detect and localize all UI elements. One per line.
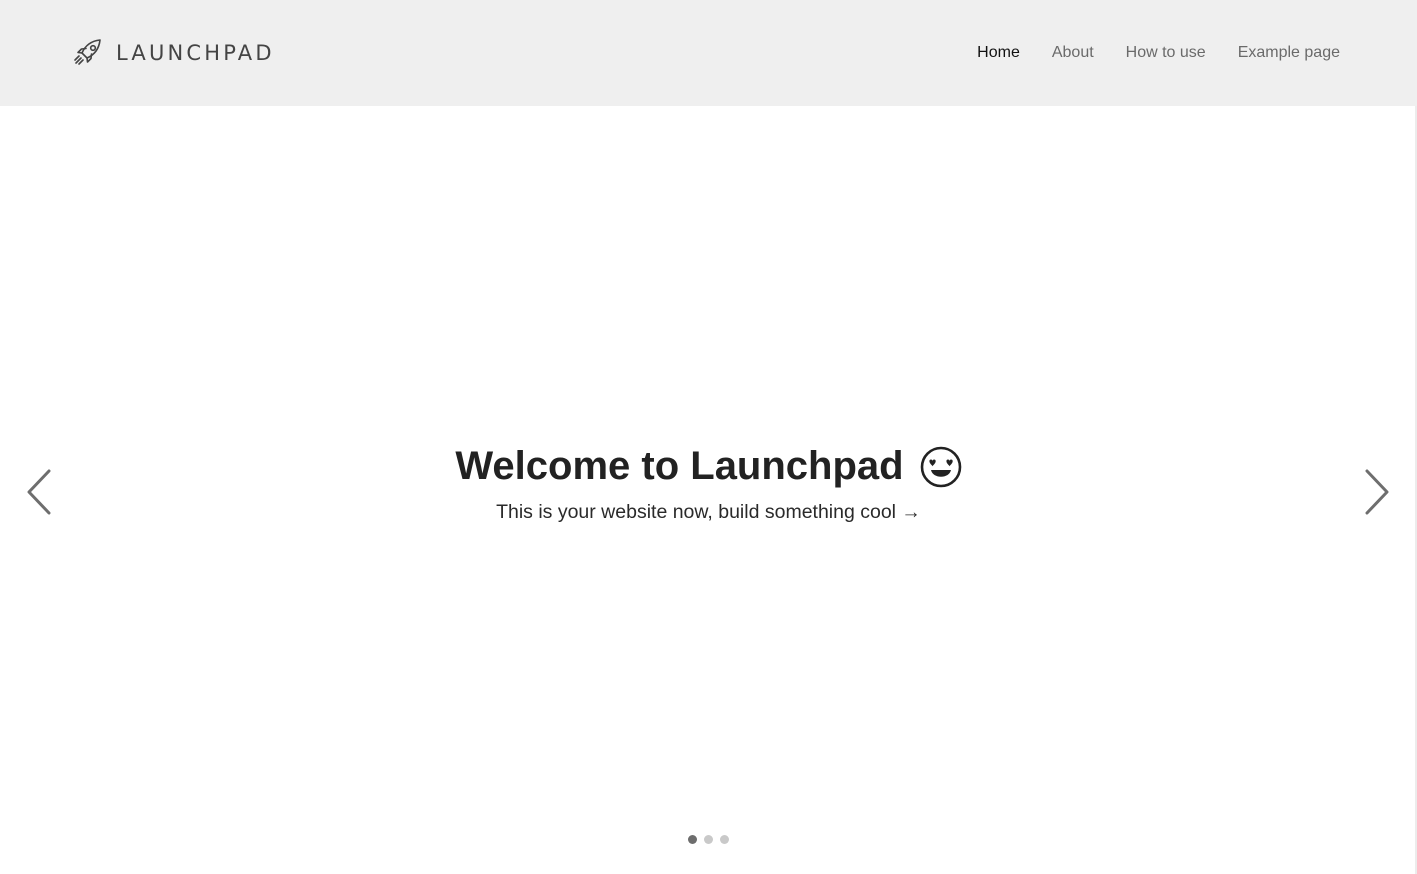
heart-eyes-face-icon [920,446,961,487]
navbar: LAUNCHPAD Home About How to use Example … [0,0,1417,106]
brand-logo-link[interactable]: LAUNCHPAD [72,36,275,70]
nav-link-about[interactable]: About [1052,42,1094,64]
nav-link-how-to-use[interactable]: How to use [1126,42,1206,64]
main-nav: Home About How to use Example page [945,42,1340,64]
chevron-right-icon[interactable] [1356,466,1396,518]
carousel-dot-3[interactable] [720,835,729,844]
hero-title: Welcome to Launchpad [0,444,1417,489]
carousel-dot-1[interactable] [688,835,697,844]
carousel-indicators [0,835,1417,844]
nav-link-example-page[interactable]: Example page [1238,42,1340,64]
rocket-icon [74,39,101,65]
chevron-left-icon[interactable] [20,466,60,518]
hero-subtitle: This is your website now, build somethin… [496,501,921,523]
brand-name: LAUNCHPAD [116,41,275,65]
hero-carousel: Welcome to Launchpad This is your websit… [0,106,1417,874]
hero-title-text: Welcome to Launchpad [455,444,904,488]
nav-link-home[interactable]: Home [977,42,1020,64]
carousel-dot-2[interactable] [704,835,713,844]
